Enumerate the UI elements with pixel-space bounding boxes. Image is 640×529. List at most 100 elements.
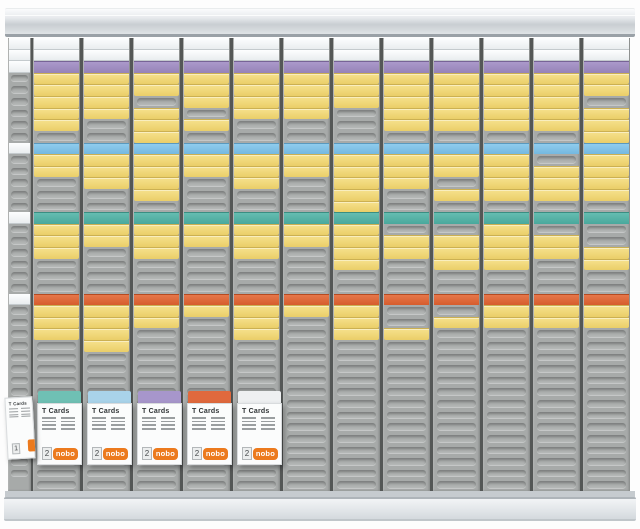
t-card-pack[interactable]: T Cards2nobo: [187, 391, 232, 465]
t-card-yellow[interactable]: [234, 96, 279, 108]
band-card-purple[interactable]: [34, 61, 79, 73]
t-card-yellow[interactable]: [384, 108, 429, 120]
band-card-purple[interactable]: [584, 61, 629, 73]
t-card-yellow[interactable]: [234, 166, 279, 178]
band-card-blue[interactable]: [184, 143, 229, 155]
t-card-yellow[interactable]: [334, 259, 379, 271]
t-card-yellow[interactable]: [284, 96, 329, 108]
t-card-yellow[interactable]: [484, 84, 529, 96]
t-card-yellow[interactable]: [484, 73, 529, 85]
t-card-yellow[interactable]: [34, 247, 79, 259]
t-card-yellow[interactable]: [584, 108, 629, 120]
band-card-purple[interactable]: [234, 61, 279, 73]
band-card-blue[interactable]: [234, 143, 279, 155]
band-card-teal[interactable]: [284, 212, 329, 224]
t-card-yellow[interactable]: [234, 328, 279, 340]
t-card-yellow[interactable]: [334, 201, 379, 213]
t-card-yellow[interactable]: [584, 73, 629, 85]
t-card-yellow[interactable]: [384, 177, 429, 189]
band-card-teal[interactable]: [134, 212, 179, 224]
index-card[interactable]: [234, 50, 279, 62]
t-card-yellow[interactable]: [384, 166, 429, 178]
band-card-teal[interactable]: [34, 212, 79, 224]
t-card-yellow[interactable]: [134, 224, 179, 236]
t-card-yellow[interactable]: [584, 154, 629, 166]
index-card[interactable]: [384, 50, 429, 62]
band-card-purple[interactable]: [284, 61, 329, 73]
band-card-teal[interactable]: [434, 212, 479, 224]
t-card-yellow[interactable]: [434, 235, 479, 247]
t-card-yellow[interactable]: [234, 247, 279, 259]
band-card-blue[interactable]: [484, 143, 529, 155]
t-card-yellow[interactable]: [84, 154, 129, 166]
band-card-purple[interactable]: [84, 61, 129, 73]
t-card-yellow[interactable]: [384, 119, 429, 131]
index-card[interactable]: [534, 38, 579, 50]
index-card[interactable]: [184, 50, 229, 62]
t-card-yellow[interactable]: [534, 119, 579, 131]
band-card-purple[interactable]: [134, 61, 179, 73]
t-card-yellow[interactable]: [334, 73, 379, 85]
t-card-yellow[interactable]: [434, 317, 479, 329]
t-card-yellow[interactable]: [384, 235, 429, 247]
band-card-teal[interactable]: [534, 212, 579, 224]
t-card-yellow[interactable]: [134, 119, 179, 131]
t-card-yellow[interactable]: [34, 154, 79, 166]
t-card-yellow[interactable]: [534, 73, 579, 85]
index-card[interactable]: [234, 38, 279, 50]
t-card-yellow[interactable]: [234, 317, 279, 329]
t-card-yellow[interactable]: [284, 84, 329, 96]
band-card-orange[interactable]: [284, 294, 329, 306]
t-card-yellow[interactable]: [84, 177, 129, 189]
t-card-yellow[interactable]: [134, 166, 179, 178]
t-card-yellow[interactable]: [534, 177, 579, 189]
band-card-orange[interactable]: [334, 294, 379, 306]
t-card-yellow[interactable]: [484, 259, 529, 271]
t-card-yellow[interactable]: [584, 247, 629, 259]
t-card-yellow[interactable]: [584, 189, 629, 201]
t-card-yellow[interactable]: [384, 154, 429, 166]
t-card-yellow[interactable]: [184, 154, 229, 166]
index-card[interactable]: [9, 61, 30, 73]
index-card[interactable]: [584, 50, 629, 62]
index-card[interactable]: [484, 50, 529, 62]
index-card[interactable]: [9, 143, 30, 155]
t-card-yellow[interactable]: [234, 177, 279, 189]
band-card-orange[interactable]: [484, 294, 529, 306]
t-card-yellow[interactable]: [234, 84, 279, 96]
t-card-yellow[interactable]: [84, 305, 129, 317]
t-card-yellow[interactable]: [184, 235, 229, 247]
index-card[interactable]: [484, 38, 529, 50]
index-card[interactable]: [9, 212, 30, 224]
t-card-yellow[interactable]: [384, 96, 429, 108]
t-card-yellow[interactable]: [34, 108, 79, 120]
t-card-yellow[interactable]: [84, 96, 129, 108]
band-card-blue[interactable]: [134, 143, 179, 155]
t-card-yellow[interactable]: [484, 305, 529, 317]
t-card-yellow[interactable]: [434, 189, 479, 201]
t-card-yellow[interactable]: [234, 154, 279, 166]
t-card-yellow[interactable]: [84, 224, 129, 236]
t-card-yellow[interactable]: [184, 305, 229, 317]
t-card-yellow[interactable]: [534, 235, 579, 247]
band-card-purple[interactable]: [534, 61, 579, 73]
band-card-blue[interactable]: [34, 143, 79, 155]
band-card-teal[interactable]: [484, 212, 529, 224]
t-card-yellow[interactable]: [134, 177, 179, 189]
t-card-yellow[interactable]: [284, 224, 329, 236]
t-card-yellow[interactable]: [234, 224, 279, 236]
band-card-teal[interactable]: [584, 212, 629, 224]
t-card-yellow[interactable]: [134, 108, 179, 120]
t-card-yellow[interactable]: [484, 317, 529, 329]
t-card-yellow[interactable]: [134, 235, 179, 247]
t-card-yellow[interactable]: [334, 328, 379, 340]
t-card-yellow[interactable]: [34, 328, 79, 340]
index-card[interactable]: [284, 38, 329, 50]
index-card[interactable]: [434, 50, 479, 62]
t-card-yellow[interactable]: [184, 84, 229, 96]
index-card[interactable]: [584, 38, 629, 50]
t-card-yellow[interactable]: [484, 96, 529, 108]
t-card-yellow[interactable]: [534, 166, 579, 178]
t-card-yellow[interactable]: [484, 247, 529, 259]
index-card[interactable]: [134, 38, 179, 50]
